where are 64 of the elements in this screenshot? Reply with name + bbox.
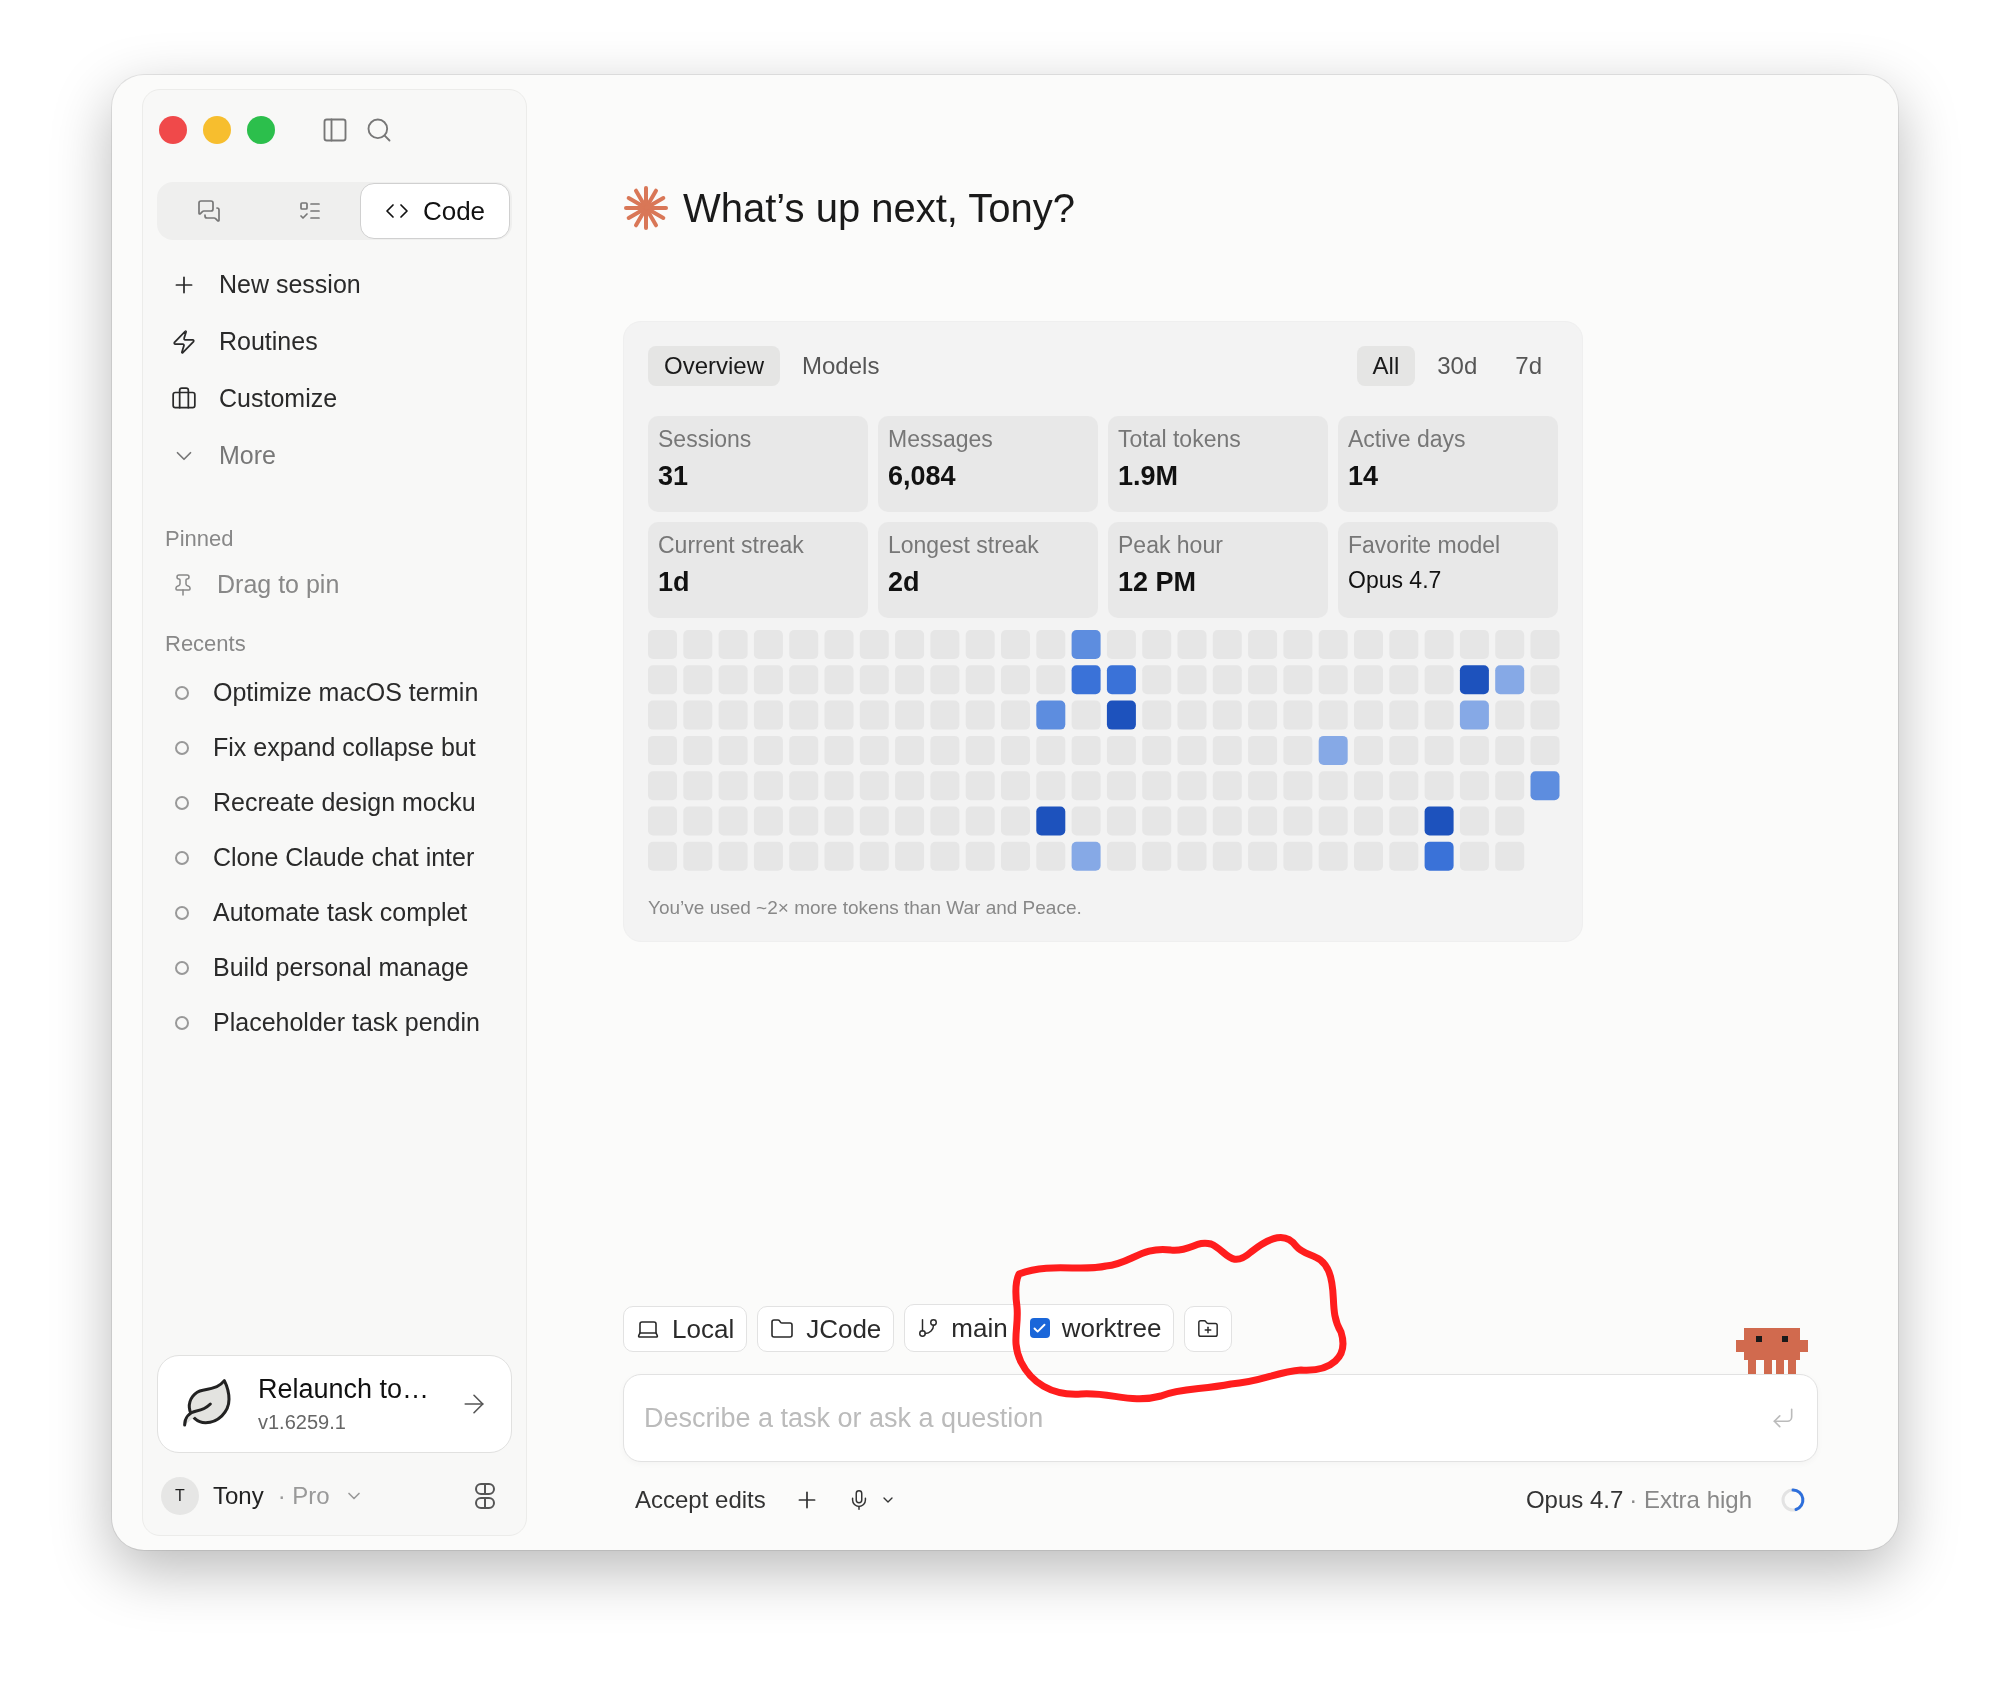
stat-label: Messages [888,426,994,453]
folder-icon [770,1317,795,1341]
stat-value: Opus 4.7 [1348,567,1443,594]
range-tab[interactable]: 7d [1499,346,1558,386]
search-icon[interactable] [365,116,393,144]
stat-value: 14 [1348,461,1380,492]
stats-tab[interactable]: Overview [648,346,781,386]
recent-session-item[interactable]: Optimize macOS termin [157,665,512,720]
drag-to-pin-hint: Drag to pin [217,570,340,599]
greeting-title: What’s up next, Tony? [683,185,1076,231]
stat-value: 1d [658,567,691,598]
relaunch-update-card[interactable]: Relaunch to… v1.6259.1 [157,1355,512,1453]
branch-button[interactable]: main [917,1312,1008,1344]
pixel-creature-icon [1736,1328,1808,1374]
stat-value: 6,084 [888,461,957,492]
recent-session-item[interactable]: Recreate design mocku [157,775,512,830]
toggle-icon[interactable] [474,1482,496,1510]
user-name[interactable]: Tony [213,1482,264,1510]
stat-label: Current streak [658,532,805,559]
recent-session-item[interactable]: Automate task complet [157,885,512,940]
folder-plus-icon [1197,1318,1220,1340]
section-heading: Pinned [164,526,235,552]
code-tab[interactable]: Code [360,183,510,239]
add-folder-button[interactable] [1184,1306,1233,1352]
loading-spinner-icon [1780,1487,1806,1513]
new-session-button[interactable]: New session [157,258,512,311]
stat-value: 2d [888,567,921,598]
stat-value: 31 [658,461,690,492]
close-button[interactable] [159,116,187,144]
prompt-field[interactable]: Describe a task or ask a question [623,1374,1818,1462]
user-avatar: T [161,1477,199,1515]
stat-label: Total tokens [1118,426,1242,453]
stat-value: 1.9M [1118,461,1180,492]
recent-session-item[interactable]: Build personal manage [157,940,512,995]
stat-label: Longest streak [888,532,1040,559]
accept-edits-button[interactable]: Accept edits [635,1486,766,1514]
sparkle-logo-icon [623,185,669,231]
worktree-checkbox[interactable]: worktree [1029,1312,1162,1344]
usage-note: You’ve used ~2× more tokens than War and Peace. [648,897,1083,919]
environment-chip[interactable]: Local [623,1306,748,1352]
customize-link[interactable]: Customize [157,372,512,425]
range-tab[interactable]: All [1356,346,1416,386]
lightning-icon [171,328,197,355]
branch-icon [917,1317,940,1339]
routines-link[interactable]: Routines [157,315,512,368]
more-toggle[interactable]: More [157,429,512,482]
stat-label: Peak hour [1118,532,1224,559]
stat-value: 12 PM [1118,567,1198,598]
briefcase-icon [171,385,197,412]
chat-bubbles-icon [197,199,222,223]
plan-label: · Pro [277,1482,330,1510]
folder-chip[interactable]: JCode [757,1306,895,1352]
model-selector[interactable]: Opus 4.7 · Extra high [1525,1486,1752,1514]
sidebar-toggle-icon[interactable] [321,116,349,144]
recent-session-item[interactable]: Clone Claude chat inter [157,830,512,885]
stat-label: Favorite model [1348,532,1502,559]
recent-session-item[interactable]: Fix expand collapse but [157,720,512,775]
stats-tab[interactable]: Models [786,346,896,386]
maximize-button[interactable] [247,116,275,144]
section-heading: Recents [164,631,247,657]
stat-label: Sessions [658,426,753,453]
recent-session-item[interactable]: Placeholder task pendin [157,995,512,1050]
range-tab[interactable]: 30d [1421,346,1494,386]
stat-label: Active days [1348,426,1467,453]
